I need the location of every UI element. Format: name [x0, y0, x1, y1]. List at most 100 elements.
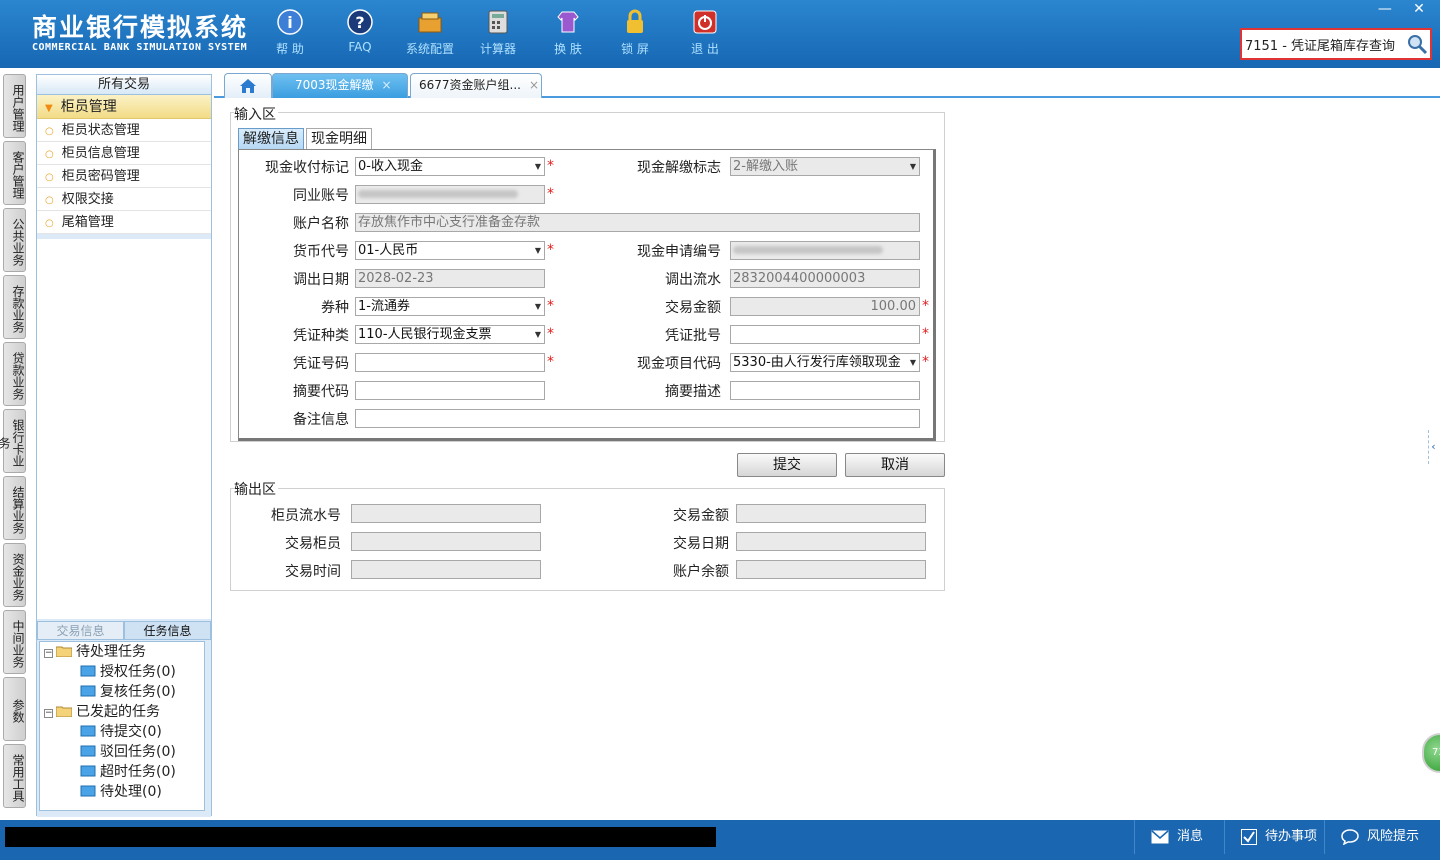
exit-button[interactable]: 退 出	[675, 8, 735, 57]
out-balance-field[interactable]	[736, 560, 926, 579]
tab-6677-fund-account[interactable]: 6677资金账户组... ×	[410, 73, 542, 98]
minimize-button[interactable]: —	[1370, 0, 1400, 18]
help-button[interactable]: i 帮 助	[260, 8, 320, 57]
vnav-deposit[interactable]: 存款业务	[3, 275, 26, 339]
settings-button[interactable]: 系统配置	[400, 8, 460, 57]
interbank-account-field[interactable]	[355, 185, 545, 204]
faq-button[interactable]: ? FAQ	[330, 8, 390, 54]
tree-node-rejected[interactable]: 驳回任务(0)	[80, 742, 176, 762]
vnav-public-business[interactable]: 公共业务	[3, 208, 26, 272]
currency-value: 01-人民币	[358, 243, 419, 258]
cancel-button[interactable]: 取消	[845, 453, 945, 477]
lock-button[interactable]: 锁 屏	[605, 8, 665, 57]
checkbox-icon	[1241, 828, 1257, 845]
search-icon[interactable]	[1406, 33, 1428, 55]
currency-label: 货币代号	[293, 244, 349, 260]
dropdown-arrow-icon: ▼	[909, 162, 916, 171]
sidebar-item-teller-info[interactable]: ○ 柜员信息管理	[37, 142, 211, 165]
cash-flag-select[interactable]: 0-收入现金 ▼	[355, 157, 545, 176]
out-teller-field[interactable]	[351, 532, 541, 551]
account-name-field[interactable]: 存放焦作市中心支行准备金存款	[355, 213, 920, 232]
voucher-type-value: 110-人民银行现金支票	[358, 327, 492, 342]
sidebar-item-teller-status[interactable]: ○ 柜员状态管理	[37, 119, 211, 142]
faq-label: FAQ	[348, 40, 372, 54]
note-type-select[interactable]: 1-流通券 ▼	[355, 297, 545, 316]
vnav-loan[interactable]: 贷款业务	[3, 342, 26, 406]
vnav-card[interactable]: 银行卡业务	[0, 409, 26, 473]
sidebar-item-permission-handover[interactable]: ○ 权限交接	[37, 188, 211, 211]
voucher-type-select[interactable]: 110-人民银行现金支票 ▼	[355, 325, 545, 344]
remark-input[interactable]	[355, 409, 920, 428]
tree-node-pending[interactable]: − 待处理任务	[44, 642, 146, 662]
svg-text:?: ?	[355, 13, 364, 32]
bullet-icon: ○	[45, 149, 54, 160]
help-label: 帮 助	[276, 42, 304, 56]
tab-7003-cash-payment[interactable]: 7003现金解缴 ×	[272, 73, 408, 98]
tab-task-info[interactable]: 任务信息	[124, 621, 211, 640]
out-date-field[interactable]: 2028-02-23	[355, 269, 545, 288]
risk-alert-button[interactable]: 风险提示	[1324, 820, 1440, 854]
out-amount-field[interactable]	[736, 504, 926, 523]
tree-node-timeout[interactable]: 超时任务(0)	[80, 762, 176, 782]
tab-home[interactable]	[224, 73, 272, 98]
collapse-icon[interactable]: −	[44, 649, 53, 658]
cash-pay-flag-select[interactable]: 2-解缴入账 ▼	[730, 157, 920, 176]
bullet-icon: ○	[45, 195, 54, 206]
vnav-fund[interactable]: 资金业务	[3, 543, 26, 607]
expand-triangle-icon: ▼	[45, 103, 53, 114]
currency-select[interactable]: 01-人民币 ▼	[355, 241, 545, 260]
vnav-intermediary[interactable]: 中间业务	[3, 610, 26, 674]
tree-node-auth-tasks[interactable]: 授权任务(0)	[80, 662, 176, 682]
messages-button[interactable]: 消息	[1134, 820, 1224, 854]
out-date-label: 调出日期	[293, 272, 349, 288]
voucher-no-input[interactable]	[355, 353, 545, 372]
tree-node-review-tasks[interactable]: 复核任务(0)	[80, 682, 176, 702]
required-mark: *	[547, 298, 554, 314]
skin-label: 换 肤	[554, 42, 582, 56]
subtab-payment-info[interactable]: 解缴信息	[238, 128, 304, 150]
tree-label: 已发起的任务	[76, 704, 160, 720]
submit-button[interactable]: 提交	[737, 453, 837, 477]
search-input[interactable]	[1242, 30, 1404, 58]
summary-code-input[interactable]	[355, 381, 545, 400]
sidebar-item-teller-password[interactable]: ○ 柜员密码管理	[37, 165, 211, 188]
tree-node-initiated[interactable]: − 已发起的任务	[44, 702, 160, 722]
tab-transaction-info[interactable]: 交易信息	[37, 621, 124, 640]
vnav-settlement[interactable]: 结算业务	[3, 476, 26, 540]
sidebar-group-teller-mgmt[interactable]: ▼ 柜员管理	[37, 95, 211, 119]
cash-pay-flag-value: 2-解缴入账	[733, 159, 798, 174]
out-date-field[interactable]	[736, 532, 926, 551]
vnav-customer-mgmt[interactable]: 客户管理	[3, 141, 26, 205]
tree-label: 待提交(0)	[100, 724, 162, 740]
close-window-button[interactable]: ✕	[1404, 0, 1434, 18]
teller-serial-field[interactable]	[351, 504, 541, 523]
required-mark: *	[922, 354, 929, 370]
summary-desc-input[interactable]	[730, 381, 920, 400]
tree-node-to-process[interactable]: 待处理(0)	[80, 782, 162, 802]
tab-close-icon[interactable]: ×	[529, 78, 539, 92]
messages-label: 消息	[1177, 829, 1204, 844]
tree-node-to-submit[interactable]: 待提交(0)	[80, 722, 162, 742]
calculator-button[interactable]: 计算器	[468, 8, 528, 57]
tab-label: 6677资金账户组...	[419, 78, 521, 92]
skin-button[interactable]: 换 肤	[538, 8, 598, 57]
sidebar-blank	[37, 239, 211, 619]
vnav-params[interactable]: 参数	[3, 677, 26, 741]
sidebar-item-tail-box[interactable]: ○ 尾箱管理	[37, 211, 211, 234]
tab-close-icon[interactable]: ×	[382, 78, 392, 92]
right-panel-toggle[interactable]: ‹	[1428, 430, 1438, 464]
voucher-batch-input[interactable]	[730, 325, 920, 344]
apply-no-field[interactable]	[730, 241, 920, 260]
cash-item-select[interactable]: 5330-由人行发行库领取现金 ▼	[730, 353, 920, 372]
todo-button[interactable]: 待办事项	[1224, 820, 1324, 854]
collapse-icon[interactable]: −	[44, 709, 53, 718]
bullet-icon: ○	[45, 218, 54, 229]
out-serial-field[interactable]: 2832004400000003	[730, 269, 920, 288]
amount-field[interactable]: 100.00	[730, 297, 920, 316]
vnav-user-mgmt[interactable]: 用户管理	[3, 74, 26, 138]
out-serial-label: 调出流水	[665, 272, 721, 288]
out-time-field[interactable]	[351, 560, 541, 579]
vnav-tools[interactable]: 常用工具	[3, 744, 26, 808]
subtab-cash-detail[interactable]: 现金明细	[306, 128, 372, 150]
vertical-nav: 用户管理 客户管理 公共业务 存款业务 贷款业务 银行卡业务 结算业务 资金业务…	[0, 68, 30, 820]
